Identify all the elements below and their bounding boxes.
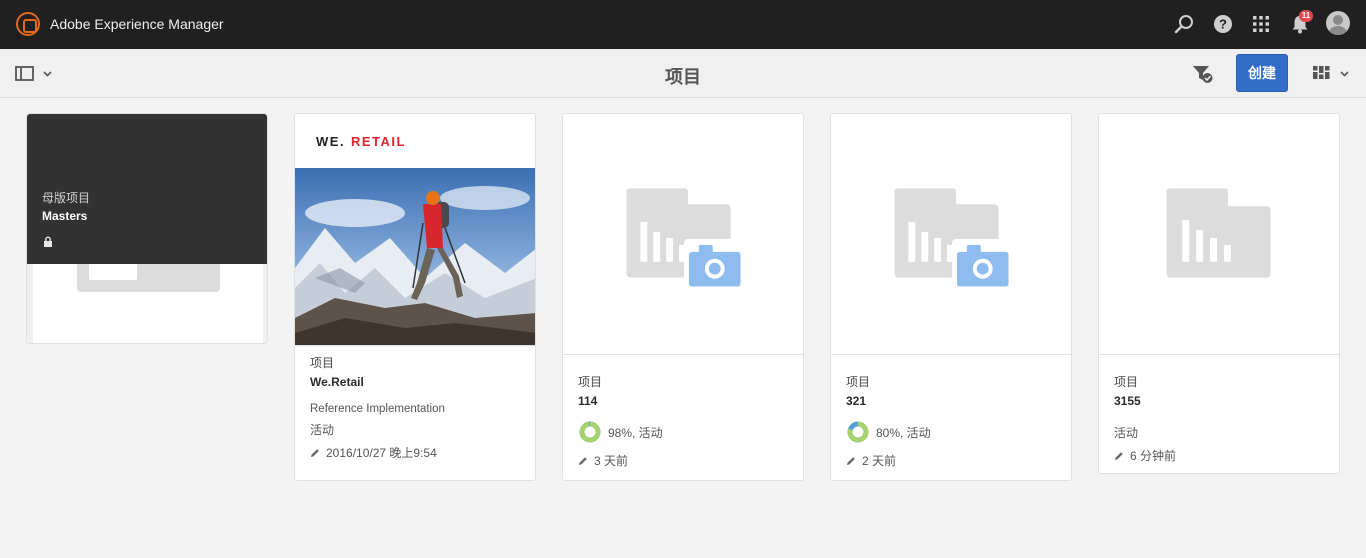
filter-icon[interactable] xyxy=(1191,63,1215,85)
create-button[interactable]: 创建 xyxy=(1236,54,1288,92)
project-card-3155[interactable]: 项目 3155 活动 6 分钟前 xyxy=(1098,113,1340,474)
page-title: 项目 xyxy=(665,67,701,87)
card-context: 项目 xyxy=(846,375,871,389)
folder-camera-icon xyxy=(563,114,803,354)
card-title: 321 xyxy=(846,394,867,408)
card-progress-row: 80%, 活动 xyxy=(846,420,1056,444)
adobe-logo-icon[interactable] xyxy=(16,12,40,36)
card-modified: 6 分钟前 xyxy=(1130,449,1177,463)
card-meta: 项目 3155 活动 6 分钟前 xyxy=(1099,354,1339,472)
user-avatar-icon[interactable] xyxy=(1326,11,1350,35)
pencil-icon xyxy=(847,456,855,465)
brand-prefix: WE. xyxy=(316,134,346,149)
card-progress-label: 80%, 活动 xyxy=(876,425,931,440)
svg-text:?: ? xyxy=(1219,17,1227,32)
card-modified-row: 2016/10/27 晚上9:54 xyxy=(310,444,520,461)
view-switcher-icon[interactable] xyxy=(1309,64,1353,84)
brand-suffix: RETAIL xyxy=(351,134,406,149)
apps-grid-icon[interactable] xyxy=(1249,12,1273,36)
card-context: 项目 xyxy=(578,375,603,389)
brand-logo: WE. RETAIL xyxy=(295,114,535,168)
card-meta: 项目 321 80%, 活动 2 天前 xyxy=(831,354,1071,477)
pencil-icon xyxy=(311,448,319,457)
card-status: 活动 xyxy=(310,423,335,437)
card-progress-row: 98%, 活动 xyxy=(578,420,788,444)
card-modified: 2016/10/27 晚上9:54 xyxy=(326,446,437,460)
card-title: 3155 xyxy=(1114,394,1141,408)
progress-donut xyxy=(847,421,869,443)
folder-camera-icon xyxy=(831,114,1071,354)
card-meta: 项目 114 98%, 活动 3 天前 xyxy=(563,354,803,477)
shell-header: Adobe Experience Manager ? 11 xyxy=(0,0,1366,49)
card-title: Masters xyxy=(42,209,88,223)
project-card-we-retail[interactable]: WE. RETAIL 项目 We.Retail Reference Implem… xyxy=(294,113,536,481)
card-title: We.Retail xyxy=(310,375,364,389)
card-modified: 2 天前 xyxy=(862,454,897,468)
card-context: 项目 xyxy=(310,356,335,370)
pencil-icon xyxy=(579,456,587,465)
card-meta: 项目 We.Retail Reference Implementation 活动… xyxy=(295,345,535,469)
hiker-thumbnail-image xyxy=(295,168,535,345)
notification-badge: 11 xyxy=(1299,10,1313,22)
help-icon[interactable]: ? xyxy=(1211,12,1235,36)
app-title[interactable]: Adobe Experience Manager xyxy=(50,16,224,32)
project-card-114[interactable]: 项目 114 98%, 活动 3 天前 xyxy=(562,113,804,481)
card-modified-row: 6 分钟前 xyxy=(1114,447,1324,464)
folder-chart-icon xyxy=(1099,114,1339,354)
card-context: 母版项目 xyxy=(42,191,91,205)
card-modified: 3 天前 xyxy=(594,454,629,468)
lock-icon xyxy=(44,236,52,247)
pencil-icon xyxy=(1115,451,1123,460)
search-icon[interactable] xyxy=(1172,12,1196,36)
card-modified-row: 2 天前 xyxy=(846,452,1056,469)
progress-donut xyxy=(579,421,601,443)
card-context: 项目 xyxy=(1114,375,1139,389)
project-card-masters[interactable]: 母版项目 Masters xyxy=(26,113,268,344)
card-progress-label: 98%, 活动 xyxy=(608,425,663,440)
project-card-321[interactable]: 项目 321 80%, 活动 2 天前 xyxy=(830,113,1072,481)
card-modified-row: 3 天前 xyxy=(578,452,788,469)
card-description: Reference Implementation xyxy=(310,403,445,415)
card-status: 活动 xyxy=(1114,426,1139,440)
action-bar: 项目 创建 xyxy=(0,49,1366,98)
card-title: 114 xyxy=(578,394,598,408)
